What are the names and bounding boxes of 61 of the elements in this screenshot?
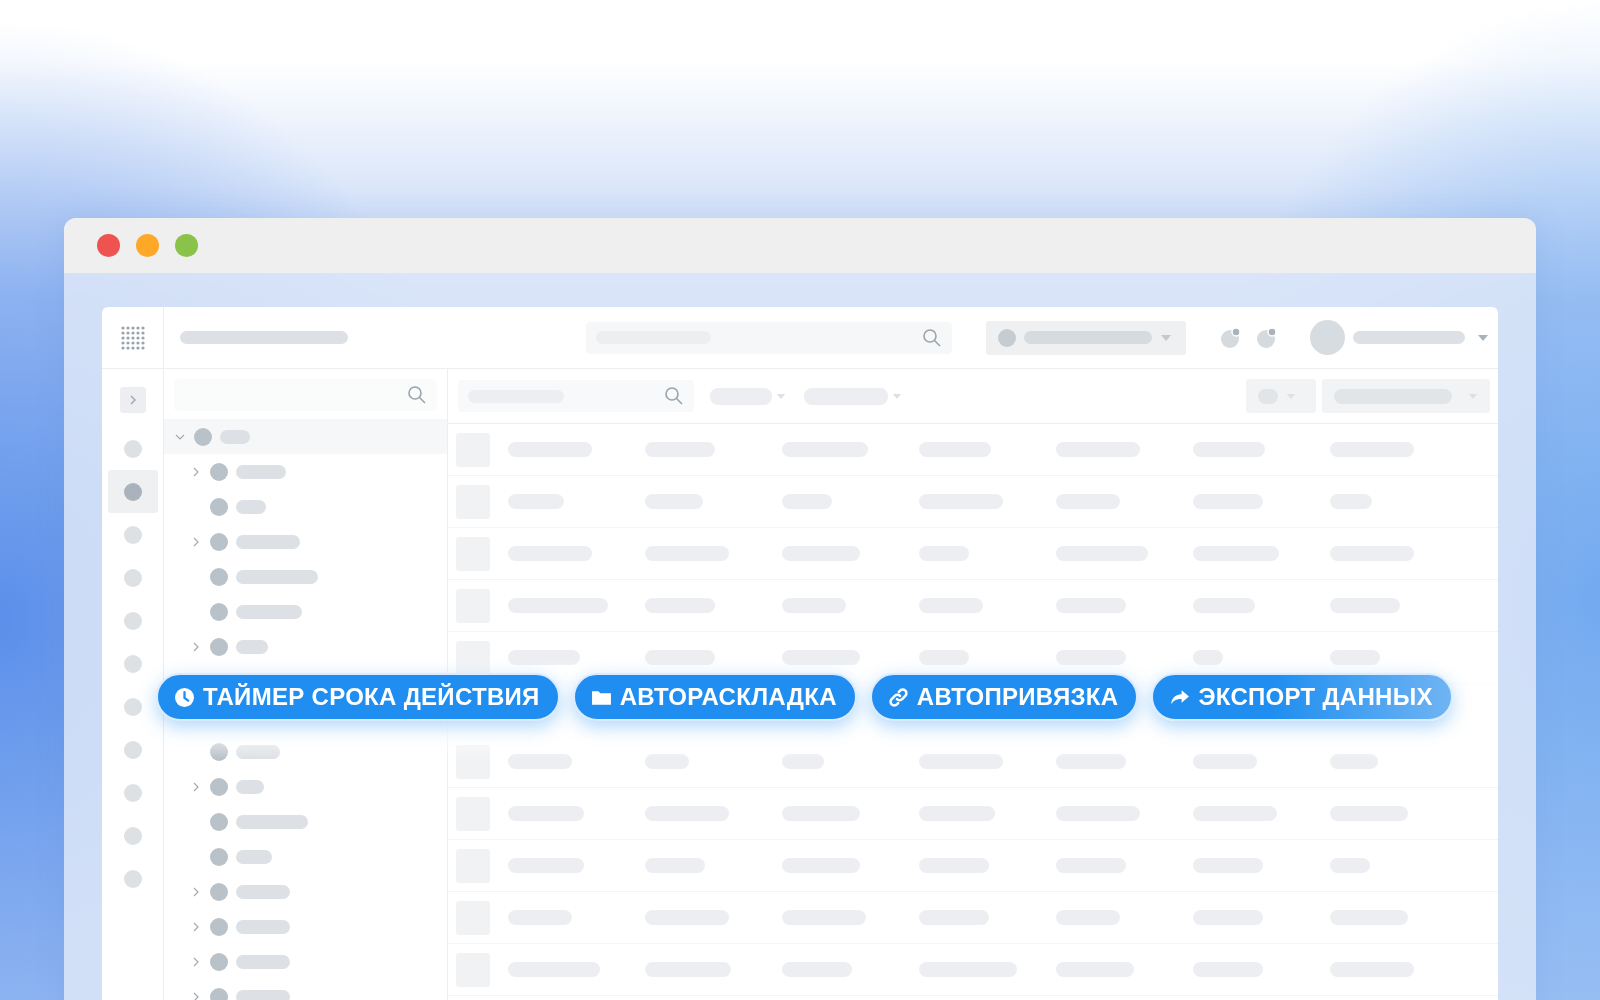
node-label-placeholder[interactable]	[236, 604, 302, 619]
node-icon	[210, 532, 228, 551]
view-dropdown[interactable]	[1246, 379, 1316, 413]
row-thumbnail	[456, 640, 490, 675]
expand-button[interactable]	[119, 387, 146, 413]
node-icon	[210, 952, 228, 971]
node-label-placeholder[interactable]	[236, 534, 300, 549]
node-icon	[210, 602, 228, 621]
node-label-placeholder[interactable]	[236, 954, 290, 969]
caret-icon	[776, 392, 786, 400]
search-icon	[922, 327, 942, 348]
node-label-placeholder[interactable]	[236, 919, 290, 934]
notification-icon[interactable]	[1256, 326, 1278, 349]
node-label-placeholder[interactable]	[236, 639, 268, 654]
workspace-dropdown[interactable]	[986, 320, 1186, 355]
node-icon	[210, 812, 228, 831]
nav-item[interactable]	[107, 470, 158, 513]
node-label-placeholder[interactable]	[236, 779, 264, 794]
caret-icon	[892, 392, 902, 400]
node-label-placeholder[interactable]	[236, 569, 318, 584]
close-button[interactable]	[97, 234, 120, 257]
caret-icon[interactable]	[1477, 333, 1489, 342]
zoom-button[interactable]	[175, 234, 198, 257]
node-icon	[210, 917, 228, 936]
node-label-placeholder[interactable]	[236, 744, 280, 759]
feature-badge: ТАЙМЕР СРОКА ДЕЙСТВИЯ	[156, 673, 560, 721]
node-icon	[210, 987, 228, 1000]
node-label-placeholder[interactable]	[236, 989, 290, 1000]
feature-badge: АВТОРАСКЛАДКА	[572, 673, 857, 721]
notification-icon[interactable]	[1220, 326, 1242, 349]
feature-badge: АВТОПРИВЯЗКА	[869, 673, 1139, 721]
avatar[interactable]	[1310, 320, 1345, 355]
apps-grid-icon[interactable]	[119, 324, 146, 351]
filter-dropdown[interactable]	[804, 387, 902, 405]
node-icon	[210, 742, 228, 761]
node-icon	[210, 567, 228, 586]
node-icon	[210, 847, 228, 866]
node-icon	[194, 427, 212, 446]
filter-dropdown[interactable]	[710, 387, 786, 405]
node-label-placeholder[interactable]	[236, 814, 308, 829]
node-icon	[210, 777, 228, 796]
sort-dropdown[interactable]	[1322, 379, 1490, 413]
table-search-field[interactable]	[458, 380, 694, 412]
node-label-placeholder[interactable]	[220, 429, 250, 444]
node-icon	[210, 882, 228, 901]
node-label-placeholder[interactable]	[236, 884, 290, 899]
feature-badge: ЭКСПОРТ ДАННЫХ	[1151, 673, 1453, 721]
link-icon	[887, 686, 909, 708]
search-icon	[664, 386, 684, 406]
node-label-placeholder[interactable]	[236, 849, 272, 864]
node-label-placeholder[interactable]	[236, 499, 266, 514]
node-icon	[210, 497, 228, 516]
node-icon	[210, 462, 228, 481]
caret-icon	[1160, 333, 1172, 342]
search-icon	[407, 385, 427, 405]
search-field[interactable]	[586, 321, 952, 354]
node-label-placeholder[interactable]	[236, 464, 286, 479]
minimize-button[interactable]	[136, 234, 159, 257]
tree-search-field[interactable]	[174, 379, 437, 411]
clock-icon	[174, 686, 195, 708]
node-icon	[210, 637, 228, 656]
